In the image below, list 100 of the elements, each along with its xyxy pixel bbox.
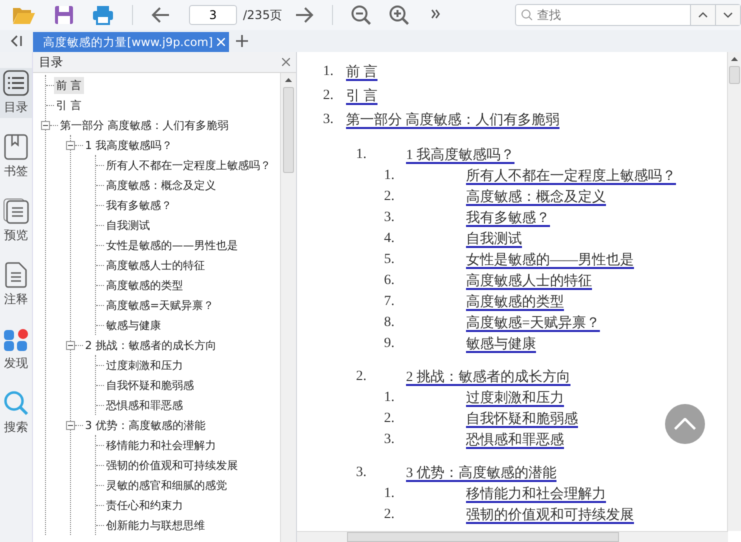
bookmark-icon (4, 134, 28, 160)
toc-link[interactable]: 3 优势：高度敏感的潜能 (406, 464, 556, 482)
zoom-out-icon[interactable] (350, 3, 371, 27)
scrollbar-thumb[interactable] (729, 66, 740, 84)
toc-item[interactable]: 创新能力与联想思维 (104, 516, 207, 534)
collapse-toggle-icon[interactable] (66, 140, 75, 150)
list-number: 8. (384, 314, 396, 330)
toc-item[interactable]: 责任心和约束力 (104, 496, 185, 514)
toc-item[interactable]: 高度敏感的类型 (104, 276, 185, 294)
scroll-to-top-button[interactable] (665, 404, 705, 444)
sidebar-item[interactable]: 预览 (0, 196, 32, 246)
search-field[interactable]: 查找 (533, 8, 690, 22)
list-number: 3. (356, 464, 368, 480)
toc-item[interactable]: 引 言 (54, 96, 84, 114)
toc-item[interactable]: 1 我高度敏感吗？ (83, 136, 174, 154)
list-number: 2. (384, 506, 396, 522)
collapse-toggle-icon[interactable] (66, 420, 75, 430)
toc-link[interactable]: 高度敏感：概念及定义 (466, 188, 606, 206)
list-number: 1. (384, 168, 396, 184)
toc-link[interactable]: 自我怀疑和脆弱感 (466, 410, 578, 428)
search-icon (521, 9, 533, 21)
list-number: 1. (323, 64, 334, 80)
list-number: 2. (323, 88, 334, 104)
pages-icon (3, 198, 29, 224)
close-icon[interactable] (282, 58, 290, 66)
scrollbar[interactable] (280, 73, 296, 542)
list-number: 9. (384, 336, 396, 352)
toc-item[interactable]: 自我测试 (104, 216, 152, 234)
chevron-up-icon (674, 418, 696, 430)
list-number: 3. (384, 210, 396, 226)
toc-link[interactable]: 过度刺激和压力 (466, 388, 564, 406)
toc-link[interactable]: 强韧的价值观和可持续发展 (466, 506, 634, 524)
toc-item[interactable]: 我有多敏感？ (104, 196, 174, 214)
toc-link[interactable]: 移情能力和社会理解力 (466, 484, 606, 502)
list-number: 7. (384, 294, 396, 310)
toc-link[interactable]: 1 我高度敏感吗？ (406, 146, 514, 164)
toc-item[interactable]: 第一部分 高度敏感：人们有多脆弱 (58, 116, 230, 134)
sidebar-item[interactable]: 注释 (0, 260, 32, 310)
sidebar-item[interactable]: 发现 (0, 324, 32, 374)
search-bar[interactable]: 查找 (515, 4, 741, 26)
list-number: 3. (323, 112, 334, 128)
panel-title: 目录 (39, 54, 63, 70)
toc-item[interactable]: 3 优势：高度敏感的潜能 (83, 416, 208, 434)
sidebar-item[interactable]: 书签 (0, 132, 32, 182)
toc-link[interactable]: 引 言 (346, 87, 378, 105)
horizontal-scrollbar[interactable] (297, 531, 728, 542)
toc-link[interactable]: 高度敏感的类型 (466, 292, 564, 310)
caret-up-icon (698, 12, 708, 18)
zoom-in-icon[interactable] (388, 3, 409, 27)
list-number: 1. (356, 146, 368, 162)
toc-link[interactable]: 敏感与健康 (466, 334, 536, 352)
list-number: 5. (384, 252, 396, 268)
toc-item[interactable]: 高度敏感：概念及定义 (104, 176, 218, 194)
collapse-toggle-icon[interactable] (66, 340, 75, 350)
toc-link[interactable]: 2 挑战：敏感者的成长方向 (406, 368, 570, 386)
list-number: 1. (384, 390, 396, 406)
next-result-button[interactable] (715, 5, 740, 25)
toc-link[interactable]: 我有多敏感？ (466, 208, 550, 226)
page-number-field[interactable]: 3 (189, 5, 237, 25)
toc-item[interactable]: 高度敏感人士的特征 (104, 256, 207, 274)
toc-item[interactable]: 敏感与健康 (104, 316, 163, 334)
toc-item[interactable]: 灵敏的感官和细腻的感觉 (104, 476, 229, 494)
scrollbar-thumb[interactable] (283, 87, 294, 173)
toc-link[interactable]: 所有人不都在一定程度上敏感吗？ (466, 166, 676, 184)
list-number: 3. (384, 432, 396, 448)
page-total: /235页 (243, 6, 282, 24)
toc-item[interactable]: 过度刺激和压力 (104, 356, 185, 374)
list-number: 4. (384, 230, 396, 246)
toc-item[interactable]: 2 挑战：敏感者的成长方向 (83, 336, 218, 354)
toc-link[interactable]: 自我测试 (466, 230, 522, 248)
toc-item[interactable]: 女性是敏感的——男性也是 (104, 236, 240, 254)
toc-item[interactable]: 所有人不都在一定程度上敏感吗？ (104, 156, 273, 174)
previous-result-button[interactable] (690, 5, 715, 25)
toc-item[interactable]: 自我怀疑和脆弱感 (104, 376, 196, 394)
toc-link[interactable]: 高度敏感=天赋异禀？ (466, 314, 600, 332)
print-icon[interactable] (92, 3, 114, 27)
sidebar-item[interactable]: 目录 (0, 68, 32, 118)
toc-link[interactable]: 高度敏感人士的特征 (466, 272, 592, 290)
toc-item[interactable]: 高度敏感=天赋异禀？ (104, 296, 216, 314)
scrollbar-thumb[interactable] (347, 532, 619, 542)
toc-item[interactable]: 移情能力和社会理解力 (104, 436, 218, 454)
list-number: 2. (356, 368, 368, 384)
toc-item[interactable]: 前 言 (54, 76, 84, 94)
save-icon[interactable] (54, 3, 74, 27)
sidebar-item[interactable]: 搜索 (0, 388, 32, 438)
document-icon (5, 262, 27, 288)
scrollbar[interactable] (727, 52, 741, 531)
toc-link[interactable]: 女性是敏感的——男性也是 (466, 250, 634, 268)
search-icon (3, 390, 29, 416)
collapse-toggle-icon[interactable] (41, 120, 50, 130)
caret-down-icon (723, 12, 733, 18)
toc-item[interactable]: 强韧的价值观和可持续发展 (104, 456, 240, 474)
list-number: 1. (384, 486, 396, 502)
document-tab[interactable]: 高度敏感的力量[www.j9p.com] (33, 32, 229, 52)
toc-item[interactable]: 恐惧感和罪恶感 (104, 396, 185, 414)
toc-link[interactable]: 恐惧感和罪恶感 (466, 430, 564, 448)
toc-link[interactable]: 第一部分 高度敏感：人们有多脆弱 (346, 111, 560, 129)
plus-icon (236, 34, 248, 46)
list-number: 6. (384, 272, 396, 288)
toc-link[interactable]: 前 言 (346, 63, 378, 81)
